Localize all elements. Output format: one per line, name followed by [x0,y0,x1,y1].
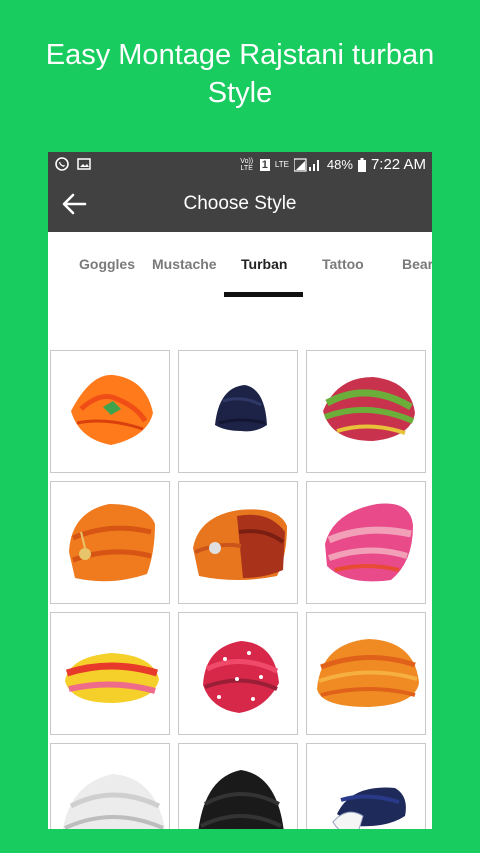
turban-item[interactable] [50,743,170,829]
red-bandhani-turban-icon [203,641,279,713]
tab-beard[interactable]: Bear [402,256,432,272]
green-pink-turban-icon [323,377,415,441]
turban-item[interactable] [306,481,426,604]
phone-screen: Vo)) LTE 1 LTE 48% 7:22 AM Choose Style … [48,152,432,829]
turban-item[interactable] [178,743,298,829]
tab-tattoo[interactable]: Tattoo [322,256,364,272]
volte-indicator: Vo)) LTE [240,157,254,172]
turban-item[interactable] [178,350,298,473]
battery-icon [357,157,366,172]
turban-item[interactable] [306,350,426,473]
white-navy-turban-icon [332,787,406,829]
battery-percent: 48% [326,157,353,172]
yellow-red-turban-icon [65,653,159,703]
turban-item[interactable] [50,350,170,473]
status-time: 7:22 AM [370,156,426,173]
turban-item[interactable] [50,612,170,735]
signal-icon [293,157,319,172]
turban-item[interactable] [178,612,298,735]
promo-caption: Easy Montage Rajstani turban Style [0,36,480,112]
tab-turban[interactable]: Turban [241,256,287,272]
navy-turban-icon [215,385,267,432]
app-bar: Choose Style [48,176,432,232]
status-bar: Vo)) LTE 1 LTE 48% 7:22 AM [48,152,432,176]
promo-line-2: Style [207,77,273,109]
tab-goggles[interactable]: Goggles [79,256,135,272]
orange-turban-icon [71,374,153,445]
page-title: Choose Style [183,193,297,214]
turban-item[interactable] [50,481,170,604]
orange-brooch-turban-icon [69,504,155,582]
sim-indicator: 1 [259,158,270,171]
black-turban-icon [198,770,284,829]
pink-multicolor-turban-icon [325,503,413,582]
turban-item[interactable] [178,481,298,604]
status-left-icons [54,156,92,172]
status-right: Vo)) LTE 1 LTE 48% 7:22 AM [239,156,426,173]
turban-item[interactable] [306,743,426,829]
active-tab-indicator [224,292,303,297]
lte-indicator: LTE [274,160,289,169]
white-turban-icon [62,774,165,829]
rust-brooch-turban-icon [193,509,287,580]
turban-item[interactable] [306,612,426,735]
image-icon [77,158,91,170]
promo-line-1: Easy Montage Rajstani turban [45,39,435,71]
orange-striped-turban-icon [317,639,419,707]
whatsapp-icon [55,157,69,171]
tab-mustache[interactable]: Mustache [152,256,217,272]
